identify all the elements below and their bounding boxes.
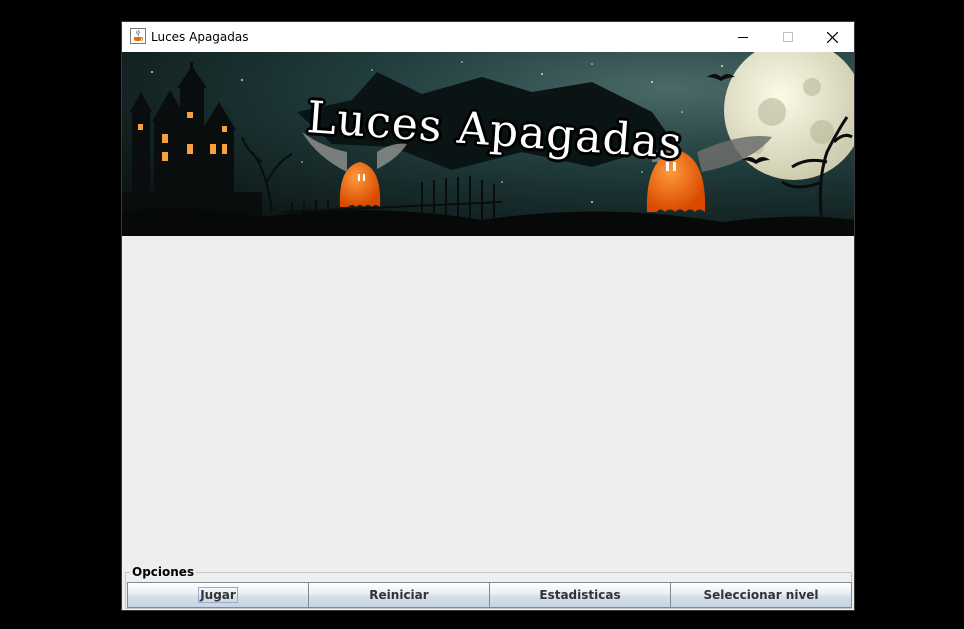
minimize-button[interactable] bbox=[720, 22, 765, 52]
statistics-button[interactable]: Estadisticas bbox=[489, 582, 671, 608]
play-button[interactable]: Jugar bbox=[127, 582, 309, 608]
restart-button[interactable]: Reiniciar bbox=[308, 582, 490, 608]
select-level-button-label: Seleccionar nivel bbox=[703, 588, 819, 602]
maximize-button[interactable] bbox=[765, 22, 810, 52]
play-button-label: Jugar bbox=[198, 587, 238, 603]
restart-button-label: Reiniciar bbox=[369, 588, 429, 602]
statistics-button-label: Estadisticas bbox=[539, 588, 621, 602]
select-level-button[interactable]: Seleccionar nivel bbox=[670, 582, 852, 608]
minimize-icon bbox=[737, 37, 748, 38]
close-icon bbox=[827, 31, 838, 43]
close-button[interactable] bbox=[810, 22, 855, 52]
options-legend: Opciones bbox=[130, 565, 197, 579]
window-title: Luces Apagadas bbox=[151, 30, 249, 44]
options-button-row: Jugar Reiniciar Estadisticas Seleccionar… bbox=[127, 582, 852, 608]
banner-image: Luces Apagadas bbox=[122, 52, 854, 236]
app-window: Luces Apagadas Luces Apagadas Opciones J… bbox=[121, 21, 855, 611]
maximize-icon bbox=[782, 32, 793, 42]
title-bar[interactable]: Luces Apagadas bbox=[122, 22, 854, 52]
options-panel: Opciones Jugar Reiniciar Estadisticas Se… bbox=[125, 565, 852, 609]
game-board-area bbox=[122, 236, 854, 566]
java-cup-icon bbox=[130, 28, 146, 44]
